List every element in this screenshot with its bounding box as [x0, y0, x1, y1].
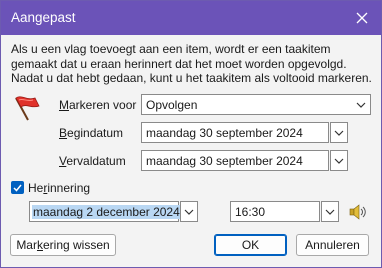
flag-dialog: Aangepast Als u een vlag toevoegt aan ee…	[0, 0, 382, 268]
due-date-dropdown-button[interactable]	[330, 150, 348, 171]
start-date-value: maandag 30 september 2024	[146, 126, 303, 140]
due-date-field[interactable]: maandag 30 september 2024	[141, 150, 329, 171]
reminder-label[interactable]: Herinnering	[28, 181, 90, 195]
close-icon	[356, 12, 368, 24]
reminder-date-value: maandag 2 december 2024	[32, 205, 181, 219]
mark-for-label: Markeren voor	[59, 98, 137, 112]
mark-for-value: Opvolgen	[146, 98, 198, 112]
start-date-field[interactable]: maandag 30 september 2024	[141, 122, 329, 143]
reminder-time-value: 16:30	[235, 205, 266, 219]
reminder-date-field[interactable]: maandag 2 december 2024	[29, 201, 181, 222]
clear-flag-button[interactable]: Mar k ering wissen	[10, 234, 116, 256]
dialog-title: Aangepast	[11, 10, 76, 25]
due-date-label: Vervaldatum	[59, 154, 126, 168]
chevron-down-icon	[184, 209, 194, 215]
reminder-date-dropdown-button[interactable]	[180, 201, 198, 222]
ok-button[interactable]: OK	[214, 234, 287, 256]
due-date-value: maandag 30 september 2024	[146, 154, 303, 168]
start-date-label: Begindatum	[59, 126, 124, 140]
title-bar: Aangepast	[1, 1, 381, 35]
mark-for-combobox[interactable]: Opvolgen	[141, 94, 371, 115]
info-text: Als u een vlag toevoegt aan een item, wo…	[11, 42, 372, 85]
cancel-button[interactable]: Annuleren	[296, 234, 369, 256]
chevron-down-icon	[334, 130, 344, 136]
red-flag-icon	[15, 96, 40, 121]
close-button[interactable]	[343, 1, 381, 35]
reminder-sound-button[interactable]	[347, 202, 369, 222]
reminder-checkbox[interactable]	[11, 181, 24, 194]
reminder-time-dropdown-button[interactable]	[321, 201, 339, 222]
checkmark-icon	[13, 184, 22, 192]
start-date-dropdown-button[interactable]	[330, 122, 348, 143]
chevron-down-icon[interactable]	[352, 95, 370, 114]
chevron-down-icon	[334, 158, 344, 164]
speaker-icon	[349, 204, 366, 220]
reminder-time-field[interactable]: 16:30	[230, 201, 320, 222]
chevron-down-icon	[325, 209, 335, 215]
